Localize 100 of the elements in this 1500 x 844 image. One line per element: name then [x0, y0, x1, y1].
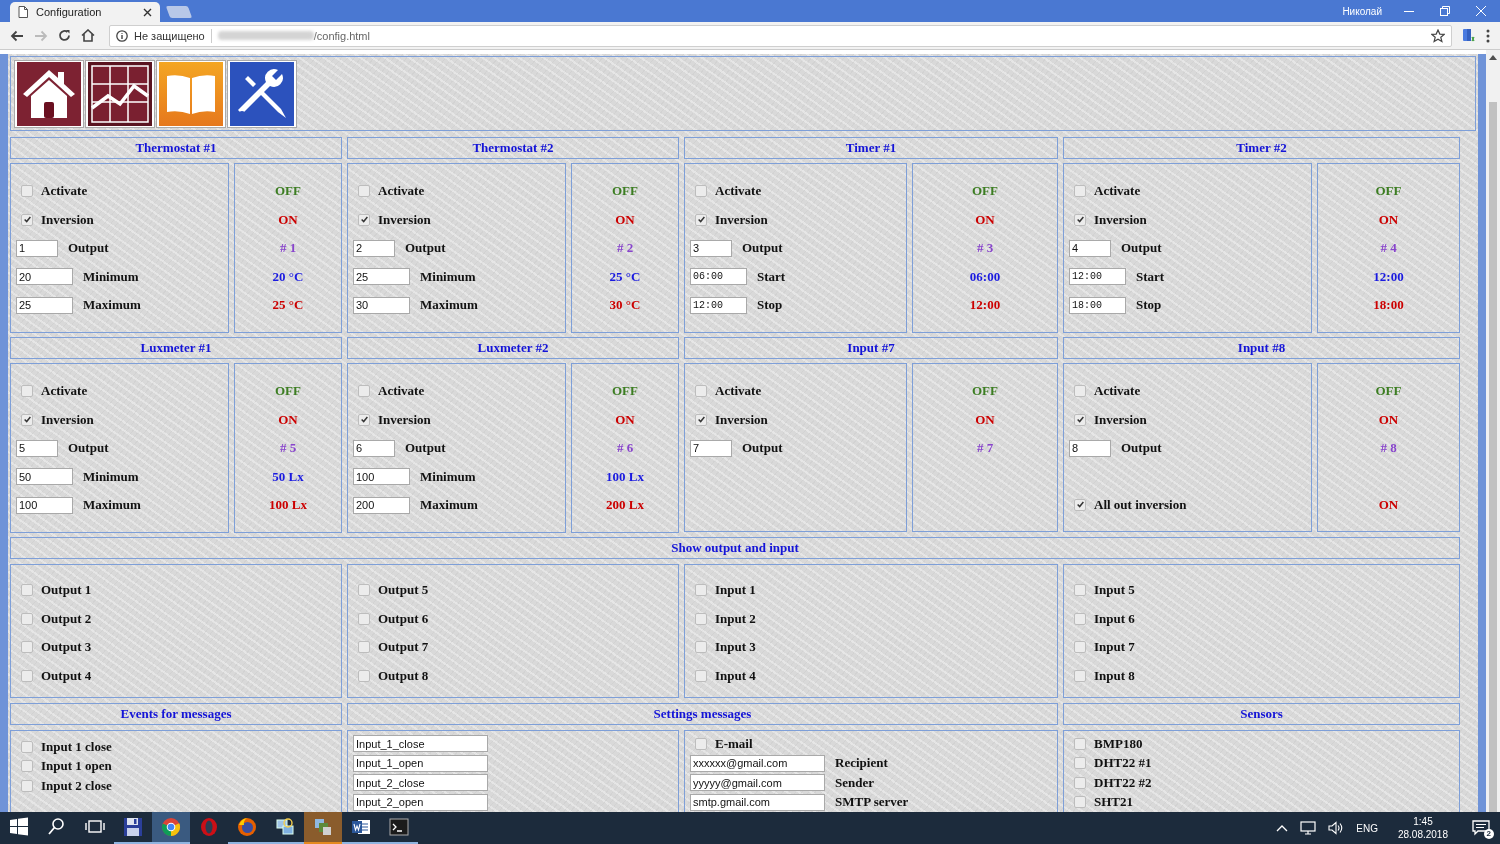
time-field[interactable]: 12:00 [690, 296, 747, 314]
checkbox[interactable] [1074, 413, 1086, 426]
checkbox[interactable] [695, 584, 707, 597]
new-tab-button[interactable] [165, 6, 193, 18]
number-field[interactable]: 30 [353, 296, 410, 314]
scroll-up-icon[interactable] [1489, 54, 1497, 60]
back-icon[interactable] [10, 29, 24, 42]
number-field[interactable]: 5 [16, 439, 58, 457]
notifications-button[interactable]: 2 [1468, 817, 1494, 839]
checkbox[interactable] [21, 641, 33, 654]
checkbox[interactable] [21, 612, 33, 625]
number-field[interactable]: 6 [353, 439, 395, 457]
checkbox-label: Inversion [1094, 411, 1147, 428]
message-field[interactable]: Input_1_open [353, 754, 488, 772]
number-field[interactable]: 8 [1069, 439, 1111, 457]
checkbox[interactable] [695, 385, 707, 398]
restore-icon[interactable] [1440, 6, 1450, 16]
scrollbar[interactable] [1486, 50, 1500, 812]
speaker-icon[interactable] [1328, 821, 1345, 835]
checkbox[interactable] [1074, 669, 1086, 682]
checkbox[interactable] [1074, 641, 1086, 654]
time-field[interactable]: 12:00 [1069, 268, 1126, 286]
checkbox[interactable] [21, 740, 33, 753]
section-header: Settings messages [347, 703, 1058, 725]
checkbox[interactable] [21, 669, 33, 682]
checkbox[interactable] [21, 413, 33, 426]
checkbox[interactable] [358, 584, 370, 597]
field-label: Output [1121, 440, 1162, 457]
checkbox[interactable] [21, 385, 33, 398]
clock-date[interactable]: 28.08.2018 [1397, 828, 1448, 841]
checkbox[interactable] [358, 612, 370, 625]
checkbox[interactable] [358, 385, 370, 398]
checkbox[interactable] [1074, 796, 1086, 809]
checkbox[interactable] [1074, 612, 1086, 625]
checkbox[interactable] [1074, 498, 1086, 511]
checkbox[interactable] [358, 669, 370, 682]
email-field[interactable]: yyyyy@gmail.com [690, 774, 825, 792]
message-field[interactable]: Input_2_close [353, 774, 488, 792]
network-icon[interactable] [1300, 821, 1317, 835]
nav-button[interactable] [85, 60, 155, 128]
checkbox[interactable] [695, 612, 707, 625]
checkbox[interactable] [21, 779, 33, 792]
checkbox[interactable] [358, 185, 370, 198]
translate-icon[interactable] [1462, 28, 1476, 43]
time-field[interactable]: 06:00 [690, 268, 747, 286]
checkbox[interactable] [358, 213, 370, 226]
number-field[interactable]: 1 [16, 239, 58, 257]
checkbox[interactable] [21, 760, 33, 773]
checkbox[interactable] [695, 413, 707, 426]
checkbox[interactable] [21, 584, 33, 597]
browser-tab[interactable]: Configuration [10, 2, 160, 22]
checkbox[interactable] [1074, 185, 1086, 198]
star-icon[interactable] [1431, 28, 1445, 43]
field-label: Output [742, 240, 783, 257]
checkbox[interactable] [695, 737, 707, 750]
number-field[interactable]: 25 [16, 296, 73, 314]
checkbox-label: Output 8 [378, 667, 429, 684]
profile-name[interactable]: Николай [1342, 5, 1382, 17]
scroll-thumb[interactable] [1489, 102, 1497, 812]
checkbox[interactable] [695, 641, 707, 654]
checkbox[interactable] [21, 185, 33, 198]
message-field[interactable]: Input_1_close [353, 735, 488, 753]
checkbox[interactable] [1074, 757, 1086, 770]
number-field[interactable]: 4 [1069, 239, 1111, 257]
checkbox[interactable] [1074, 584, 1086, 597]
checkbox[interactable] [358, 641, 370, 654]
checkbox[interactable] [1074, 776, 1086, 789]
checkbox[interactable] [1074, 737, 1086, 750]
checkbox[interactable] [695, 669, 707, 682]
number-field[interactable]: 2 [353, 239, 395, 257]
number-field[interactable]: 25 [353, 268, 410, 286]
checkbox[interactable] [1074, 213, 1086, 226]
checkbox[interactable] [21, 213, 33, 226]
time-field[interactable]: 18:00 [1069, 296, 1126, 314]
checkbox[interactable] [695, 185, 707, 198]
checkbox[interactable] [1074, 385, 1086, 398]
number-field[interactable]: 20 [16, 268, 73, 286]
close-icon[interactable] [143, 7, 152, 17]
home-icon[interactable] [81, 29, 95, 42]
number-field[interactable]: 100 [353, 468, 410, 486]
chevron-up-icon[interactable] [1276, 824, 1289, 832]
checkbox[interactable] [358, 413, 370, 426]
menu-icon[interactable] [1486, 28, 1490, 43]
nav-button[interactable] [14, 60, 84, 128]
number-field[interactable]: 7 [690, 439, 732, 457]
tab-title[interactable]: Configuration [36, 6, 135, 18]
clock-time[interactable]: 1:45 [1413, 815, 1433, 828]
email-field[interactable]: smtp.gmail.com [690, 793, 825, 811]
email-field[interactable]: xxxxxx@gmail.com [690, 754, 825, 772]
reload-icon[interactable] [58, 29, 71, 42]
nav-button[interactable] [227, 60, 297, 128]
address-bar[interactable]: Не защищено /config.html [109, 24, 1452, 47]
number-field[interactable]: 200 [353, 496, 410, 514]
language-indicator[interactable]: ENG [1356, 822, 1378, 834]
message-field[interactable]: Input_2_open [353, 793, 488, 811]
checkbox-label: Activate [41, 183, 88, 200]
checkbox[interactable] [695, 213, 707, 226]
number-field[interactable]: 50 [16, 468, 73, 486]
number-field[interactable]: 100 [16, 496, 73, 514]
number-field[interactable]: 3 [690, 239, 732, 257]
